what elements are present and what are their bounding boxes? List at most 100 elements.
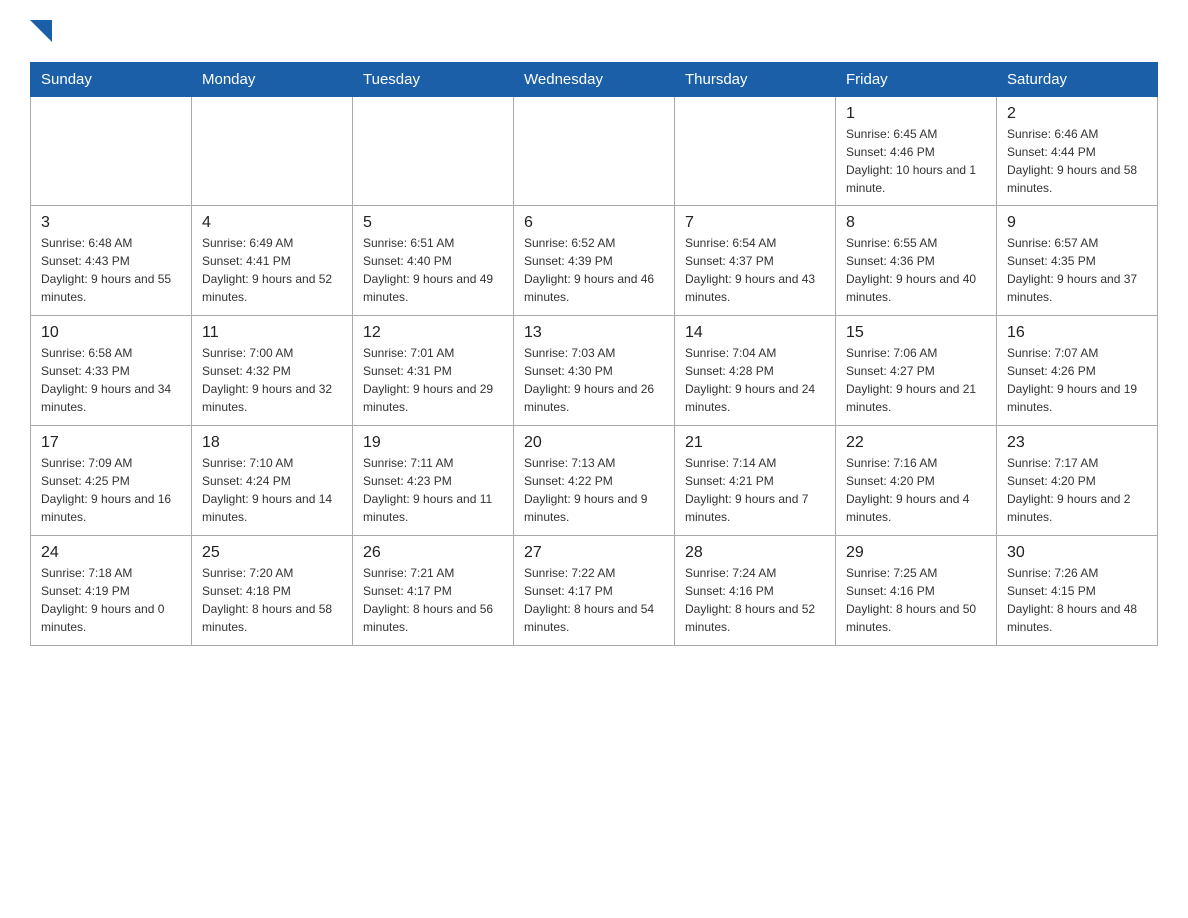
- day-number: 28: [685, 544, 825, 562]
- calendar-cell: 11 Sunrise: 7:00 AM Sunset: 4:32 PM Dayli…: [192, 316, 353, 426]
- calendar-cell: 26 Sunrise: 7:21 AM Sunset: 4:17 PM Dayli…: [353, 536, 514, 646]
- weekday-header-row: SundayMondayTuesdayWednesdayThursdayFrid…: [31, 63, 1158, 97]
- calendar-cell: 27 Sunrise: 7:22 AM Sunset: 4:17 PM Dayli…: [514, 536, 675, 646]
- calendar-cell: 18 Sunrise: 7:10 AM Sunset: 4:24 PM Dayli…: [192, 426, 353, 536]
- weekday-header-tuesday: Tuesday: [353, 63, 514, 97]
- calendar-cell: 3 Sunrise: 6:48 AM Sunset: 4:43 PM Daylig…: [31, 206, 192, 316]
- day-number: 21: [685, 434, 825, 452]
- calendar-cell: 7Sunrise: 6:54 AM Sunset: 4:37 PM Daylig…: [675, 206, 836, 316]
- day-info: Sunrise: 6:48 AM Sunset: 4:43 PM Dayligh…: [41, 234, 181, 306]
- calendar-cell: 19 Sunrise: 7:11 AM Sunset: 4:23 PM Dayli…: [353, 426, 514, 536]
- day-number: 20: [524, 434, 664, 452]
- weekday-header-friday: Friday: [836, 63, 997, 97]
- weekday-header-sunday: Sunday: [31, 63, 192, 97]
- day-info: Sunrise: 6:49 AM Sunset: 4:41 PM Dayligh…: [202, 234, 342, 306]
- day-number: 27: [524, 544, 664, 562]
- calendar-cell: [192, 97, 353, 206]
- day-number: 4: [202, 214, 342, 232]
- calendar-cell: 25 Sunrise: 7:20 AM Sunset: 4:18 PM Dayli…: [192, 536, 353, 646]
- day-number: 12: [363, 324, 503, 342]
- day-info: Sunrise: 7:10 AM Sunset: 4:24 PM Dayligh…: [202, 454, 342, 526]
- day-info: Sunrise: 6:46 AM Sunset: 4:44 PM Dayligh…: [1007, 125, 1147, 197]
- day-info: Sunrise: 7:04 AM Sunset: 4:28 PM Dayligh…: [685, 344, 825, 416]
- calendar-cell: [675, 97, 836, 206]
- day-number: 17: [41, 434, 181, 452]
- calendar-cell: 6 Sunrise: 6:52 AM Sunset: 4:39 PM Daylig…: [514, 206, 675, 316]
- day-number: 13: [524, 324, 664, 342]
- weekday-header-wednesday: Wednesday: [514, 63, 675, 97]
- day-number: 24: [41, 544, 181, 562]
- day-number: 1: [846, 105, 986, 123]
- calendar-week-row: 3 Sunrise: 6:48 AM Sunset: 4:43 PM Daylig…: [31, 206, 1158, 316]
- calendar-cell: 5 Sunrise: 6:51 AM Sunset: 4:40 PM Daylig…: [353, 206, 514, 316]
- day-number: 10: [41, 324, 181, 342]
- day-info: Sunrise: 6:58 AM Sunset: 4:33 PM Dayligh…: [41, 344, 181, 416]
- day-info: Sunrise: 6:52 AM Sunset: 4:39 PM Dayligh…: [524, 234, 664, 306]
- day-number: 11: [202, 324, 342, 342]
- day-info: Sunrise: 7:22 AM Sunset: 4:17 PM Dayligh…: [524, 564, 664, 636]
- calendar-week-row: 24 Sunrise: 7:18 AM Sunset: 4:19 PM Dayli…: [31, 536, 1158, 646]
- header: [30, 20, 1158, 42]
- day-info: Sunrise: 6:55 AM Sunset: 4:36 PM Dayligh…: [846, 234, 986, 306]
- logo: [30, 20, 52, 42]
- calendar-cell: 2 Sunrise: 6:46 AM Sunset: 4:44 PM Daylig…: [997, 97, 1158, 206]
- calendar-cell: 13 Sunrise: 7:03 AM Sunset: 4:30 PM Dayli…: [514, 316, 675, 426]
- weekday-header-thursday: Thursday: [675, 63, 836, 97]
- day-info: Sunrise: 7:14 AM Sunset: 4:21 PM Dayligh…: [685, 454, 825, 526]
- day-info: Sunrise: 7:20 AM Sunset: 4:18 PM Dayligh…: [202, 564, 342, 636]
- day-info: Sunrise: 7:16 AM Sunset: 4:20 PM Dayligh…: [846, 454, 986, 526]
- calendar-cell: 8Sunrise: 6:55 AM Sunset: 4:36 PM Daylig…: [836, 206, 997, 316]
- calendar-cell: 15 Sunrise: 7:06 AM Sunset: 4:27 PM Dayli…: [836, 316, 997, 426]
- calendar-cell: 17 Sunrise: 7:09 AM Sunset: 4:25 PM Dayli…: [31, 426, 192, 536]
- calendar-cell: 28 Sunrise: 7:24 AM Sunset: 4:16 PM Dayli…: [675, 536, 836, 646]
- day-info: Sunrise: 7:13 AM Sunset: 4:22 PM Dayligh…: [524, 454, 664, 526]
- day-number: 6: [524, 214, 664, 232]
- weekday-header-monday: Monday: [192, 63, 353, 97]
- calendar-cell: 9Sunrise: 6:57 AM Sunset: 4:35 PM Daylig…: [997, 206, 1158, 316]
- day-info: Sunrise: 7:25 AM Sunset: 4:16 PM Dayligh…: [846, 564, 986, 636]
- calendar-week-row: 17 Sunrise: 7:09 AM Sunset: 4:25 PM Dayli…: [31, 426, 1158, 536]
- day-info: Sunrise: 7:06 AM Sunset: 4:27 PM Dayligh…: [846, 344, 986, 416]
- calendar-cell: 20 Sunrise: 7:13 AM Sunset: 4:22 PM Dayli…: [514, 426, 675, 536]
- day-number: 5: [363, 214, 503, 232]
- calendar-cell: 12 Sunrise: 7:01 AM Sunset: 4:31 PM Dayli…: [353, 316, 514, 426]
- calendar-cell: 22 Sunrise: 7:16 AM Sunset: 4:20 PM Dayli…: [836, 426, 997, 536]
- day-info: Sunrise: 7:03 AM Sunset: 4:30 PM Dayligh…: [524, 344, 664, 416]
- day-info: Sunrise: 7:09 AM Sunset: 4:25 PM Dayligh…: [41, 454, 181, 526]
- day-info: Sunrise: 6:54 AM Sunset: 4:37 PM Dayligh…: [685, 234, 825, 306]
- calendar-cell: [514, 97, 675, 206]
- day-info: Sunrise: 6:51 AM Sunset: 4:40 PM Dayligh…: [363, 234, 503, 306]
- day-number: 18: [202, 434, 342, 452]
- day-number: 2: [1007, 105, 1147, 123]
- day-info: Sunrise: 7:18 AM Sunset: 4:19 PM Dayligh…: [41, 564, 181, 636]
- day-info: Sunrise: 7:11 AM Sunset: 4:23 PM Dayligh…: [363, 454, 503, 526]
- day-number: 14: [685, 324, 825, 342]
- day-number: 16: [1007, 324, 1147, 342]
- calendar-table: SundayMondayTuesdayWednesdayThursdayFrid…: [30, 62, 1158, 646]
- day-number: 25: [202, 544, 342, 562]
- day-info: Sunrise: 7:17 AM Sunset: 4:20 PM Dayligh…: [1007, 454, 1147, 526]
- day-number: 29: [846, 544, 986, 562]
- calendar-week-row: 1 Sunrise: 6:45 AM Sunset: 4:46 PM Daylig…: [31, 97, 1158, 206]
- day-number: 30: [1007, 544, 1147, 562]
- day-info: Sunrise: 7:01 AM Sunset: 4:31 PM Dayligh…: [363, 344, 503, 416]
- calendar-cell: 16 Sunrise: 7:07 AM Sunset: 4:26 PM Dayli…: [997, 316, 1158, 426]
- day-number: 19: [363, 434, 503, 452]
- day-number: 15: [846, 324, 986, 342]
- day-info: Sunrise: 7:21 AM Sunset: 4:17 PM Dayligh…: [363, 564, 503, 636]
- day-number: 23: [1007, 434, 1147, 452]
- day-info: Sunrise: 6:45 AM Sunset: 4:46 PM Dayligh…: [846, 125, 986, 197]
- weekday-header-saturday: Saturday: [997, 63, 1158, 97]
- calendar-cell: [353, 97, 514, 206]
- logo-arrow-icon: [30, 20, 52, 42]
- day-info: Sunrise: 7:07 AM Sunset: 4:26 PM Dayligh…: [1007, 344, 1147, 416]
- calendar-cell: 4 Sunrise: 6:49 AM Sunset: 4:41 PM Daylig…: [192, 206, 353, 316]
- day-number: 3: [41, 214, 181, 232]
- calendar-cell: 1 Sunrise: 6:45 AM Sunset: 4:46 PM Daylig…: [836, 97, 997, 206]
- day-number: 26: [363, 544, 503, 562]
- calendar-cell: [31, 97, 192, 206]
- day-info: Sunrise: 7:00 AM Sunset: 4:32 PM Dayligh…: [202, 344, 342, 416]
- day-info: Sunrise: 6:57 AM Sunset: 4:35 PM Dayligh…: [1007, 234, 1147, 306]
- day-number: 22: [846, 434, 986, 452]
- day-info: Sunrise: 7:24 AM Sunset: 4:16 PM Dayligh…: [685, 564, 825, 636]
